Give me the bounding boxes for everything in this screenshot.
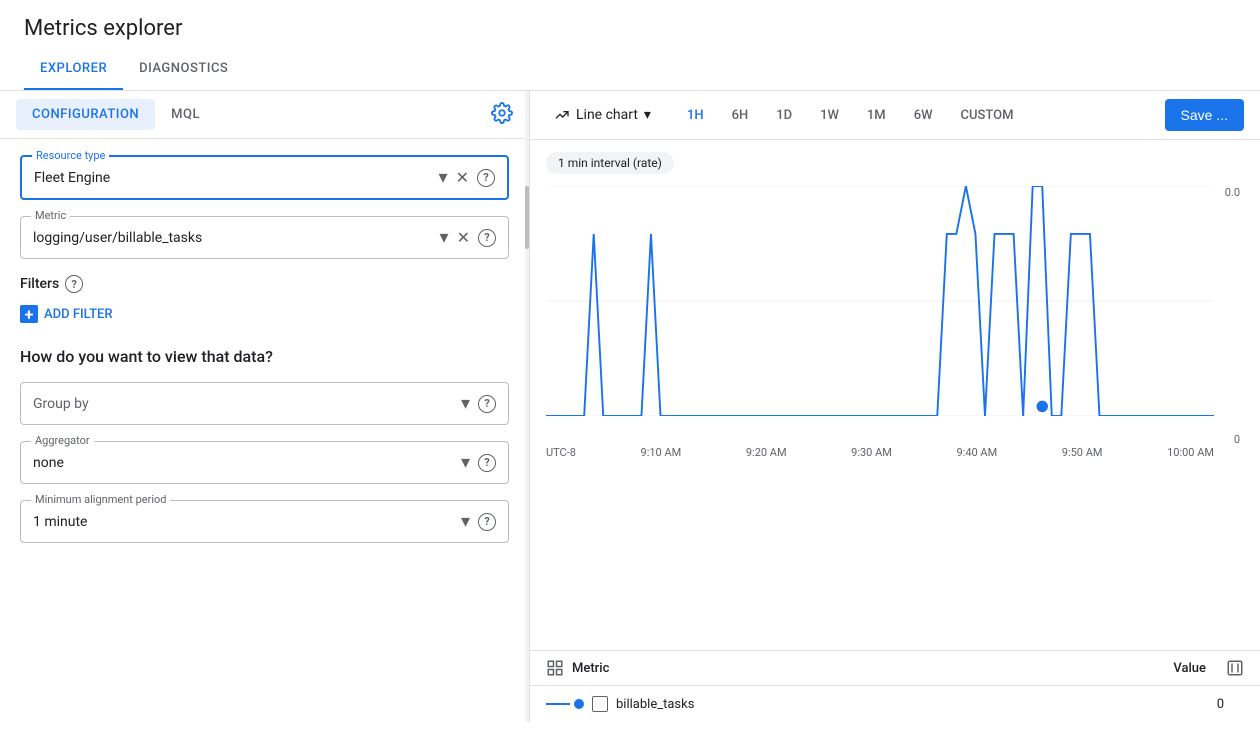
time-btn-6h[interactable]: 6H: [720, 102, 761, 129]
x-label-utc8: UTC-8: [546, 446, 576, 459]
metric-field: Metric logging/user/billable_tasks ▾ ✕ ?: [20, 216, 509, 259]
view-data-heading: How do you want to view that data?: [20, 347, 509, 366]
save-button[interactable]: Save ...: [1165, 99, 1244, 131]
add-filter-button[interactable]: + ADD FILTER: [20, 301, 509, 327]
min-alignment-field: Minimum alignment period 1 minute ▾ ?: [20, 500, 509, 543]
chart-type-label: Line chart: [576, 107, 638, 123]
legend-checkbox[interactable]: [592, 696, 608, 712]
aggregator-help-icon[interactable]: ?: [478, 454, 496, 472]
x-label-920: 9:20 AM: [746, 446, 787, 459]
group-by-dropdown-icon: ▾: [461, 393, 470, 414]
resource-type-dropdown-icon[interactable]: ▾: [439, 167, 448, 188]
x-label-940: 9:40 AM: [956, 446, 997, 459]
legend-dot: [574, 699, 584, 709]
time-btn-1d[interactable]: 1D: [764, 102, 804, 129]
legend-table: Metric Value billable_tasks 0: [530, 650, 1260, 722]
page-title: Metrics explorer: [0, 0, 1260, 49]
y-label-bottom: 0: [1234, 433, 1240, 446]
metric-dropdown-icon[interactable]: ▾: [440, 227, 449, 248]
aggregator-dropdown-icon[interactable]: ▾: [461, 452, 470, 473]
nav-item-diagnostics[interactable]: DIAGNOSTICS: [123, 49, 244, 90]
resource-type-help-icon[interactable]: ?: [477, 169, 495, 187]
time-buttons: 1H 6H 1D 1W 1M 6W CUSTOM: [675, 102, 1026, 129]
chart-type-selector[interactable]: Line chart ▾: [546, 101, 659, 129]
time-btn-1m[interactable]: 1M: [855, 102, 898, 129]
right-panel: Line chart ▾ 1H 6H 1D 1W 1M 6W CUSTOM Sa…: [530, 91, 1260, 722]
metric-clear-icon[interactable]: ✕: [457, 228, 470, 247]
legend-columns-icon[interactable]: [1226, 659, 1244, 677]
time-btn-custom[interactable]: CUSTOM: [949, 102, 1026, 129]
tab-configuration[interactable]: CONFIGURATION: [16, 99, 155, 130]
time-btn-1h[interactable]: 1H: [675, 102, 716, 129]
x-label-930: 9:30 AM: [851, 446, 892, 459]
aggregator-label: Aggregator: [31, 434, 94, 447]
y-label-top: 0.0: [1225, 186, 1240, 199]
settings-icon[interactable]: [491, 102, 513, 128]
resource-type-label: Resource type: [32, 149, 109, 162]
chart-toolbar: Line chart ▾ 1H 6H 1D 1W 1M 6W CUSTOM Sa…: [530, 91, 1260, 140]
x-axis-labels: UTC-8 9:10 AM 9:20 AM 9:30 AM 9:40 AM 9:…: [546, 446, 1214, 459]
tab-mql[interactable]: MQL: [155, 99, 216, 130]
metric-label: Metric: [31, 209, 70, 222]
chart-type-dropdown-icon: ▾: [644, 107, 651, 123]
resource-type-value: Fleet Engine: [34, 170, 439, 186]
x-label-910: 9:10 AM: [641, 446, 682, 459]
top-nav: EXPLORER DIAGNOSTICS: [0, 49, 1260, 91]
filters-label: Filters: [20, 276, 59, 292]
x-label-950: 9:50 AM: [1062, 446, 1103, 459]
group-by-field: Group by ▾ ?: [20, 382, 509, 425]
resource-type-field: Resource type Fleet Engine ▾ ✕ ?: [20, 155, 509, 200]
min-alignment-dropdown-icon[interactable]: ▾: [461, 511, 470, 532]
left-panel: CONFIGURATION MQL Resource type Fleet En…: [0, 91, 530, 722]
filters-section: Filters ? + ADD FILTER: [20, 275, 509, 327]
min-alignment-label: Minimum alignment period: [31, 493, 170, 506]
legend-line: [546, 699, 584, 709]
add-filter-plus-icon: +: [20, 305, 38, 323]
filters-help-icon[interactable]: ?: [65, 275, 83, 293]
tab-bar: CONFIGURATION MQL: [0, 91, 529, 139]
metric-grid-icon: [546, 659, 564, 677]
time-btn-1w[interactable]: 1W: [808, 102, 851, 129]
aggregator-value: none: [33, 455, 461, 471]
time-btn-6w[interactable]: 6W: [902, 102, 945, 129]
aggregator-field: Aggregator none ▾ ?: [20, 441, 509, 484]
legend-metric-value: 0: [1217, 697, 1224, 712]
interval-badge: 1 min interval (rate): [546, 152, 674, 174]
group-by-value: Group by: [33, 396, 461, 412]
legend-metric-header: Metric: [572, 661, 609, 676]
min-alignment-value: 1 minute: [33, 514, 461, 530]
metric-help-icon[interactable]: ?: [478, 229, 496, 247]
nav-item-explorer[interactable]: EXPLORER: [24, 49, 123, 90]
min-alignment-help-icon[interactable]: ?: [478, 513, 496, 531]
legend-line-indicator: [546, 703, 570, 705]
metric-value: logging/user/billable_tasks: [33, 230, 440, 246]
add-filter-label: ADD FILTER: [44, 307, 113, 322]
legend-value-header: Value: [1173, 661, 1206, 676]
group-by-help-icon[interactable]: ?: [478, 395, 496, 413]
x-label-1000: 10:00 AM: [1167, 446, 1214, 459]
chart-svg: [546, 186, 1214, 416]
resource-type-clear-icon[interactable]: ✕: [456, 168, 469, 187]
legend-metric-name: billable_tasks: [616, 697, 1209, 712]
chart-area: 1 min interval (rate) 0.0 0: [530, 140, 1260, 650]
line-chart-icon: [554, 107, 570, 123]
legend-row: billable_tasks 0: [530, 686, 1260, 722]
